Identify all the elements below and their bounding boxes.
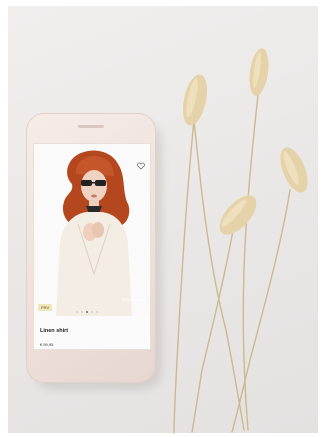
carousel-dot[interactable] — [96, 311, 98, 313]
model-photo[interactable] — [34, 144, 150, 316]
phone-speaker — [78, 125, 104, 128]
product-price: € 59,95 — [40, 342, 54, 347]
phone-screen: 9:41 PRV Shop the look Linen shirt — [33, 143, 151, 350]
carousel-dot-active[interactable] — [86, 311, 88, 313]
carousel-dot[interactable] — [81, 311, 83, 313]
product-badge[interactable]: PRV — [38, 304, 53, 311]
carousel-dot[interactable] — [91, 311, 93, 313]
product-title: Linen shirt — [40, 328, 69, 334]
heart-icon[interactable] — [137, 162, 145, 170]
carousel-dot[interactable] — [76, 311, 78, 313]
carousel-indicator — [76, 311, 98, 313]
grass-plume-4 — [219, 195, 257, 235]
shop-the-look-link[interactable]: Shop the look — [122, 297, 146, 302]
